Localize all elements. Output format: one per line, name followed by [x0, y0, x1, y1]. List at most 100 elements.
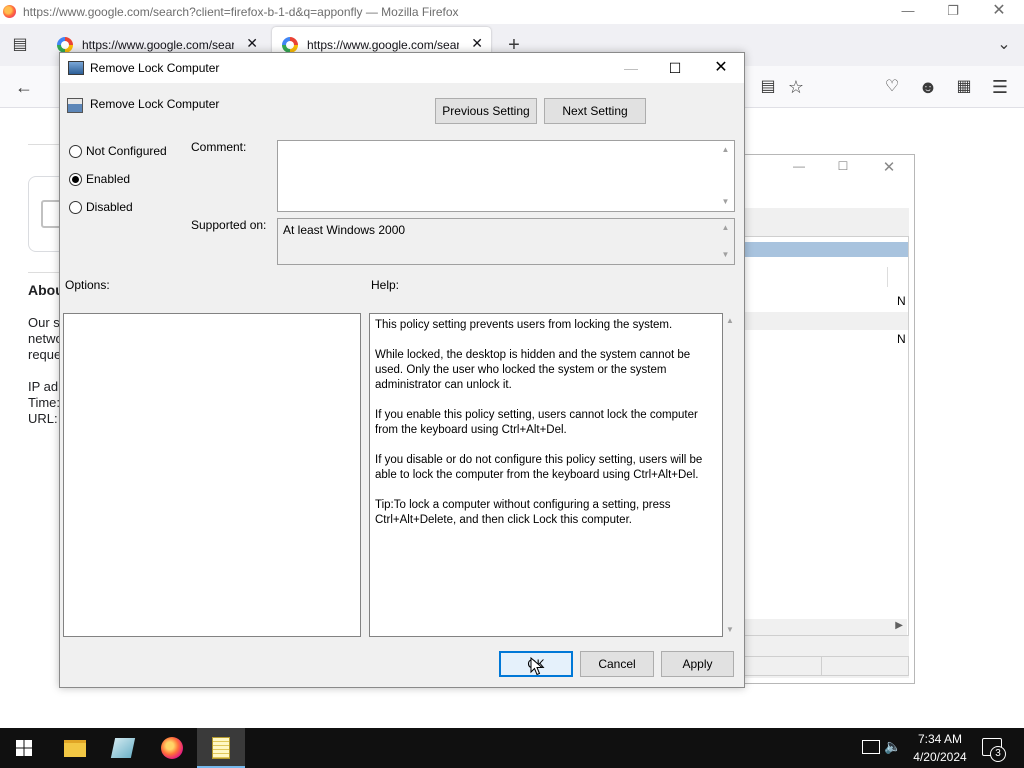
selected-list-row[interactable]: [745, 242, 908, 257]
radio-label: Enabled: [86, 172, 131, 186]
google-favicon-icon: [57, 37, 73, 53]
clock-date[interactable]: 4/20/2024: [906, 750, 974, 764]
tab-label: https://www.google.com/search: [82, 38, 234, 52]
options-label: Options:: [65, 278, 110, 292]
radio-circle[interactable]: [69, 201, 82, 214]
comment-label: Comment:: [191, 140, 247, 154]
dialog-title: Remove Lock Computer: [90, 61, 220, 75]
apply-button[interactable]: Apply: [661, 651, 734, 677]
scroll-right-icon[interactable]: ▶: [895, 620, 903, 631]
mouse-cursor-icon: [530, 657, 544, 676]
tab-label: https://www.google.com/search: [307, 38, 459, 52]
cancel-button[interactable]: Cancel: [580, 651, 654, 677]
close-icon[interactable]: ✕: [879, 158, 899, 176]
minimize-icon: —: [624, 60, 638, 76]
windows-logo-icon: [16, 740, 32, 756]
scroll-up-icon[interactable]: ▲: [717, 143, 734, 157]
maximize-icon[interactable]: ☐: [660, 57, 690, 79]
clock-time[interactable]: 7:34 AM: [912, 732, 968, 746]
firefox-title-bar: https://www.google.com/search?client=fir…: [0, 0, 1024, 24]
list-row[interactable]: [745, 312, 908, 330]
supported-on-label: Supported on:: [191, 218, 267, 232]
network-icon[interactable]: [862, 740, 880, 754]
volume-muted-icon[interactable]: 🔈: [884, 738, 901, 755]
page-text: netwo: [28, 331, 63, 346]
tab-close-icon[interactable]: ✕: [471, 35, 483, 52]
tab-close-icon[interactable]: ✕: [246, 35, 258, 52]
policy-setting-dialog: Remove Lock Computer — ☐ ✕ Remove Lock C…: [59, 52, 745, 688]
scroll-up-icon[interactable]: ▲: [717, 221, 734, 235]
firefox-logo-icon: [3, 5, 16, 18]
account-icon[interactable]: ☻: [916, 75, 940, 99]
comment-scrollbar[interactable]: ▲ ▼: [717, 141, 734, 211]
firefox-icon: [161, 737, 183, 759]
background-settings-list[interactable]: N N N ▶: [745, 236, 909, 636]
pocket-icon[interactable]: ♡: [880, 75, 904, 99]
notepad-taskbar-button[interactable]: [197, 728, 245, 768]
minimize-icon[interactable]: —: [885, 0, 931, 24]
firefox-taskbar-button[interactable]: [148, 728, 196, 768]
bookmark-star-icon[interactable]: ☆: [784, 75, 808, 99]
help-pane[interactable]: This policy setting prevents users from …: [369, 313, 723, 637]
page-text: Our s: [28, 315, 60, 330]
page-text-url: URL:: [28, 411, 58, 426]
page-text: reque: [28, 347, 62, 362]
setting-name: Remove Lock Computer: [90, 97, 220, 111]
scroll-down-icon[interactable]: ▼: [717, 248, 734, 262]
start-button[interactable]: [0, 728, 48, 768]
help-label: Help:: [371, 278, 400, 292]
notification-count-badge: 3: [990, 746, 1006, 762]
back-arrow-icon[interactable]: ←: [12, 75, 36, 99]
help-paragraph: This policy setting prevents users from …: [375, 319, 673, 331]
folder-icon: [64, 740, 86, 757]
supported-on-field: At least Windows 2000 ▲ ▼: [277, 218, 735, 265]
horizontal-scrollbar[interactable]: ▶: [745, 619, 907, 635]
policy-setting-icon: [67, 98, 83, 113]
maximize-icon[interactable]: ☐: [833, 159, 853, 173]
radio-circle-selected[interactable]: [69, 173, 82, 186]
group-policy-icon: [68, 61, 84, 75]
status-divider: [821, 657, 822, 675]
help-text: This policy setting prevents users from …: [375, 318, 721, 543]
minimize-icon[interactable]: —: [789, 159, 809, 173]
list-tabs-chevron-down-icon[interactable]: ⌄: [992, 33, 1016, 57]
page-text-time: Time:: [28, 395, 61, 410]
firefox-window-title: https://www.google.com/search?client=fir…: [23, 5, 459, 19]
dialog-title-bar: Remove Lock Computer — ☐ ✕: [60, 53, 744, 83]
help-paragraph: Tip:To lock a computer without configuri…: [375, 499, 671, 526]
file-explorer-taskbar-button[interactable]: [51, 728, 99, 768]
list-cell: N: [897, 332, 906, 346]
reader-view-icon[interactable]: ▤: [756, 75, 780, 99]
notepad-icon: [212, 737, 230, 759]
help-paragraph: If you enable this policy setting, users…: [375, 409, 698, 436]
radio-circle[interactable]: [69, 145, 82, 158]
next-setting-button[interactable]: Next Setting: [544, 98, 646, 124]
supported-on-value: At least Windows 2000: [283, 223, 406, 237]
column-divider: [887, 267, 888, 287]
help-paragraph: While locked, the desktop is hidden and …: [375, 349, 691, 391]
scroll-down-icon[interactable]: ▼: [717, 195, 734, 209]
group-policy-taskbar-button[interactable]: [99, 728, 147, 768]
page-text-ip: IP ad: [28, 379, 59, 394]
options-pane: [63, 313, 361, 637]
close-icon[interactable]: ✕: [706, 57, 736, 79]
previous-setting-button[interactable]: Previous Setting: [435, 98, 537, 124]
taskbar: 🔈 7:34 AM 4/20/2024 3: [0, 728, 1024, 768]
radio-label: Disabled: [86, 200, 133, 214]
background-status-bar: [745, 656, 909, 676]
close-icon[interactable]: ✕: [976, 0, 1022, 24]
menu-hamburger-icon[interactable]: ☰: [988, 75, 1012, 99]
help-paragraph: If you disable or do not configure this …: [375, 454, 703, 481]
help-scrollbar[interactable]: ▲ ▼: [722, 313, 739, 637]
google-favicon-icon: [282, 37, 298, 53]
scroll-down-icon[interactable]: ▼: [726, 625, 734, 634]
extensions-puzzle-icon[interactable]: ▦: [952, 75, 976, 99]
supported-scrollbar[interactable]: ▲ ▼: [717, 219, 734, 264]
list-cell: N: [897, 294, 906, 308]
policy-editor-icon: [110, 738, 136, 758]
radio-label: Not Configured: [86, 144, 167, 158]
scroll-up-icon[interactable]: ▲: [726, 316, 734, 325]
firefox-view-icon[interactable]: ▤: [8, 33, 32, 57]
restore-icon[interactable]: ❐: [930, 0, 976, 24]
comment-textarea[interactable]: ▲ ▼: [277, 140, 735, 212]
